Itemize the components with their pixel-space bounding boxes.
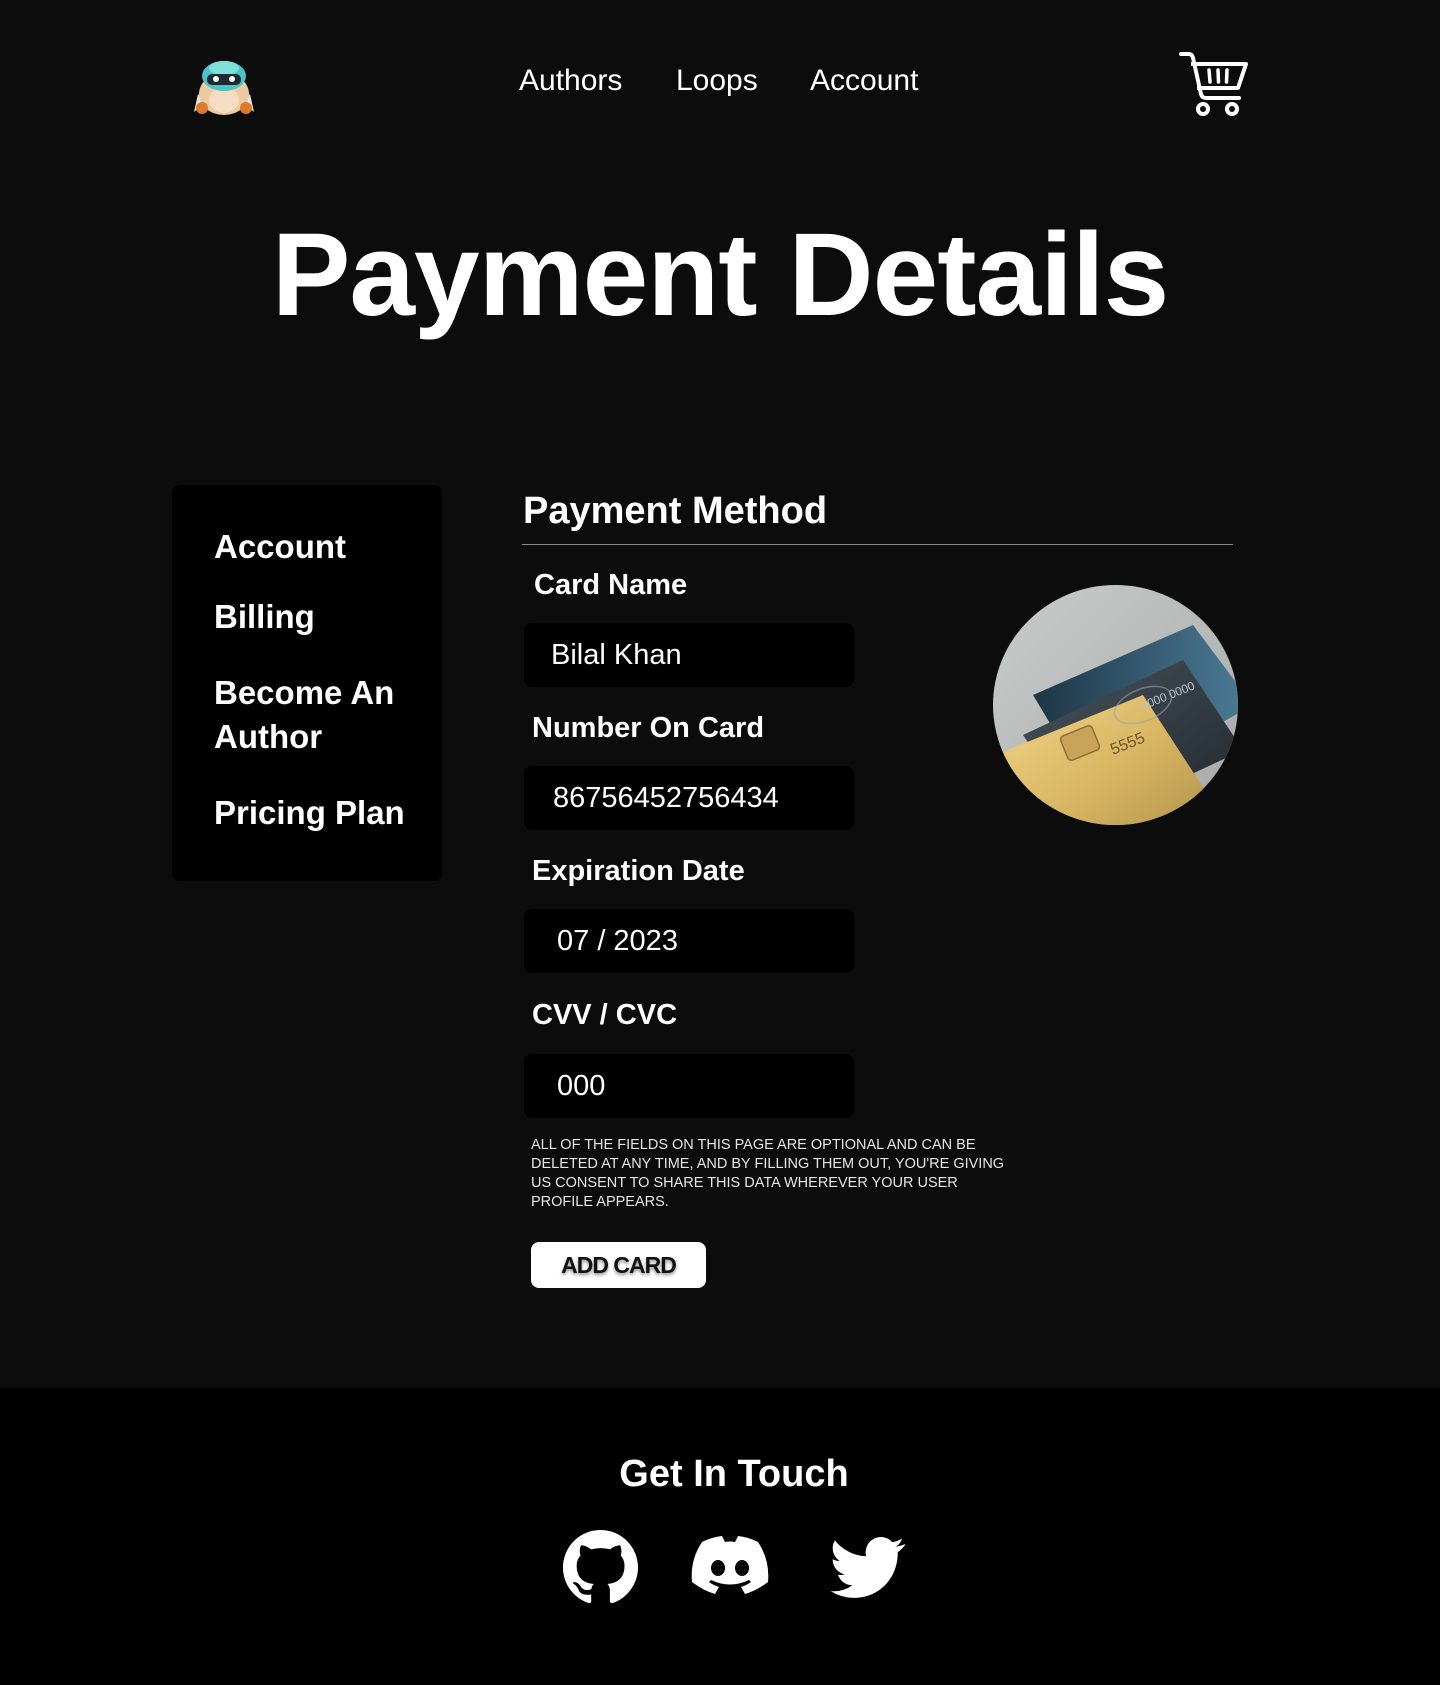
- card-name-label: Card Name: [534, 569, 688, 601]
- twitter-link[interactable]: [828, 1530, 908, 1605]
- settings-sidebar: Account Billing Become An Author Pricing…: [172, 485, 442, 881]
- discord-link[interactable]: [688, 1530, 772, 1605]
- credit-cards-photo: 5555 0000 0000: [993, 585, 1238, 825]
- cart-button[interactable]: [1179, 50, 1249, 118]
- discord-icon: [691, 1536, 769, 1594]
- sidebar-item-pricing-plan[interactable]: Pricing Plan: [214, 791, 424, 835]
- credit-cards-image: 5555 0000 0000: [993, 585, 1238, 825]
- footer-title: Get In Touch: [619, 1453, 849, 1495]
- cart-icon: [1179, 52, 1248, 116]
- card-number-input[interactable]: [524, 766, 854, 830]
- sidebar-item-account[interactable]: Account: [214, 525, 424, 569]
- cvv-input[interactable]: [524, 1054, 854, 1118]
- consent-disclaimer: ALL OF THE FIELDS ON THIS PAGE ARE OPTIO…: [531, 1137, 1005, 1210]
- twitter-icon: [830, 1537, 906, 1598]
- site-footer: Get In Touch: [0, 1388, 1440, 1685]
- section-title: Payment Method: [523, 490, 828, 532]
- site-header: Authors Loops Account: [0, 0, 1440, 170]
- nav-authors[interactable]: Authors: [519, 64, 622, 98]
- card-name-input[interactable]: [524, 623, 854, 687]
- sidebar-item-become-author[interactable]: Become An Author: [214, 671, 424, 759]
- page-title: Payment Details: [271, 209, 1170, 341]
- cvv-label: CVV / CVC: [532, 999, 678, 1031]
- sidebar-item-billing[interactable]: Billing: [214, 595, 424, 639]
- nav-account[interactable]: Account: [810, 64, 918, 98]
- mascot-logo-icon: [194, 61, 254, 115]
- github-link[interactable]: [563, 1530, 638, 1605]
- logo[interactable]: [192, 54, 256, 118]
- add-card-button[interactable]: ADD CARD: [531, 1242, 706, 1288]
- expiration-date-input[interactable]: [524, 909, 854, 973]
- expiration-date-label: Expiration Date: [532, 855, 745, 887]
- section-divider: [522, 544, 1233, 545]
- card-number-label: Number On Card: [532, 712, 765, 744]
- github-icon: [563, 1530, 638, 1604]
- nav-loops[interactable]: Loops: [676, 64, 758, 98]
